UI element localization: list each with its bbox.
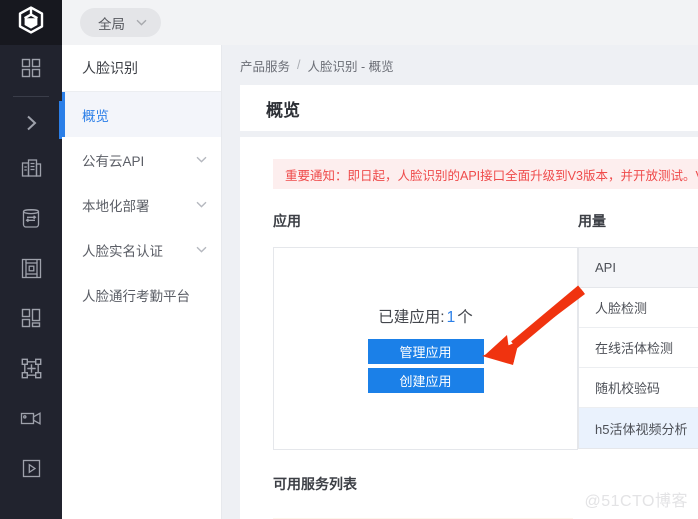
sidebar-item-video[interactable] xyxy=(0,393,62,443)
scope-selector-label: 全局 xyxy=(98,16,125,32)
application-count-value: 1 xyxy=(446,308,456,326)
top-bar: 全局 xyxy=(0,0,698,45)
application-count: 已建应用: 1 个 xyxy=(378,305,472,327)
scope-selector[interactable]: 全局 xyxy=(80,8,161,37)
sidebar-item-compute[interactable] xyxy=(0,143,62,193)
sidebar-item-storage[interactable] xyxy=(0,193,62,243)
breadcrumb: 产品服务 / 人脸识别 - 概览 xyxy=(222,45,698,85)
usage-row-label: 在线活体检测 xyxy=(595,341,674,356)
grid-dashboard-icon xyxy=(21,58,41,78)
chip-ai-icon xyxy=(21,258,42,279)
video-camera-icon xyxy=(20,410,42,427)
sidebar-item-label: 本地化部署 xyxy=(82,198,150,214)
notice-banner: 重要通知：即日起，人脸识别的API接口全面升级到V3版本，并开放测试。V3版本 xyxy=(273,159,698,189)
usage-row-h5-video-analysis[interactable]: h5活体视频分析 xyxy=(579,408,698,448)
application-count-suffix: 个 xyxy=(457,308,473,326)
breadcrumb-separator: / xyxy=(297,58,301,72)
sidebar-item-label: 概览 xyxy=(82,108,109,124)
sidebar-item-apps[interactable] xyxy=(0,293,62,343)
secondary-nav: 人脸识别 概览 公有云API 本地化部署 人脸实名认证 人脸通行考勤平台 xyxy=(62,45,222,519)
nav-title: 人脸识别 xyxy=(62,45,221,92)
usage-row-face-detection[interactable]: 人脸检测 xyxy=(579,288,698,328)
application-count-prefix: 已建应用: xyxy=(378,308,445,326)
sidebar-item-ai[interactable] xyxy=(0,243,62,293)
usage-row-online-liveness[interactable]: 在线活体检测 xyxy=(579,328,698,368)
usage-section-heading: 用量 xyxy=(578,213,606,229)
notice-text: 重要通知：即日起，人脸识别的API接口全面升级到V3版本，并开放测试。V3版本 xyxy=(285,168,698,183)
usage-list-header: API xyxy=(579,248,698,288)
sidebar-item-media[interactable] xyxy=(0,443,62,493)
main-content: 产品服务 / 人脸识别 - 概览 概览 重要通知：即日起，人脸识别的API接口全… xyxy=(222,45,698,519)
page-title: 概览 xyxy=(266,100,300,120)
service-list-section: 可用服务列表 xyxy=(240,474,698,519)
breadcrumb-current: 人脸识别 - 概览 xyxy=(307,59,394,74)
sidebar-item-label: 人脸实名认证 xyxy=(82,243,163,259)
usage-row-label: 人脸检测 xyxy=(595,301,648,316)
usage-row-label: 随机校验码 xyxy=(595,381,661,396)
usage-list: API 人脸检测 在线活体检测 随机校验码 h5活体视频分析 xyxy=(578,247,698,449)
sidebar-item-access-attendance-platform[interactable]: 人脸通行考勤平台 xyxy=(62,272,221,317)
usage-row-random-code[interactable]: 随机校验码 xyxy=(579,368,698,408)
app-logo[interactable] xyxy=(0,0,62,45)
database-storage-icon xyxy=(21,208,41,229)
sidebar-item-label: 公有云API xyxy=(82,153,145,169)
cube-logo-icon xyxy=(18,6,44,39)
application-section: 应用 已建应用: 1 个 管理应用 创建应用 xyxy=(273,211,585,450)
sidebar-item-public-cloud-api[interactable]: 公有云API xyxy=(62,137,221,182)
network-nodes-icon xyxy=(21,358,42,379)
chevron-right-expand-icon xyxy=(24,114,38,132)
sidebar-item-overview[interactable]: 概览 xyxy=(62,92,221,137)
icon-rail xyxy=(0,45,62,519)
sidebar-item-network[interactable] xyxy=(0,343,62,393)
chevron-down-icon xyxy=(136,19,147,26)
sidebar-item-expand[interactable] xyxy=(0,103,62,143)
usage-section: 用量 API 人脸检测 在线活体检测 随机校验码 h5活体视频分析 xyxy=(578,211,698,450)
service-list-heading: 可用服务列表 xyxy=(273,476,357,492)
red-arrow-annotation-icon xyxy=(469,283,589,378)
breadcrumb-root[interactable]: 产品服务 xyxy=(240,56,290,75)
page-header-card: 概览 xyxy=(240,85,698,131)
manage-app-button[interactable]: 管理应用 xyxy=(367,338,484,364)
content-card: 重要通知：即日起，人脸识别的API接口全面升级到V3版本，并开放测试。V3版本 … xyxy=(240,137,698,519)
usage-row-label: h5活体视频分析 xyxy=(595,421,688,437)
application-section-heading: 应用 xyxy=(273,213,301,229)
chevron-down-icon xyxy=(196,156,207,163)
sidebar-item-face-identity-verification[interactable]: 人脸实名认证 xyxy=(62,227,221,272)
sections-row: 应用 已建应用: 1 个 管理应用 创建应用 用量 API 人脸检测 在线活体检… xyxy=(240,211,698,450)
blocks-layout-icon xyxy=(21,308,41,328)
building-servers-icon xyxy=(21,158,42,179)
usage-row-label: API xyxy=(595,260,616,275)
rail-divider xyxy=(13,96,49,97)
sidebar-item-label: 人脸通行考勤平台 xyxy=(82,288,190,304)
sidebar-item-local-deployment[interactable]: 本地化部署 xyxy=(62,182,221,227)
application-card: 已建应用: 1 个 管理应用 创建应用 xyxy=(273,247,585,450)
media-play-icon xyxy=(22,459,41,478)
sidebar-item-dashboard[interactable] xyxy=(0,45,62,91)
chevron-down-icon xyxy=(196,201,207,208)
create-app-button[interactable]: 创建应用 xyxy=(367,367,484,393)
chevron-down-icon xyxy=(196,246,207,253)
